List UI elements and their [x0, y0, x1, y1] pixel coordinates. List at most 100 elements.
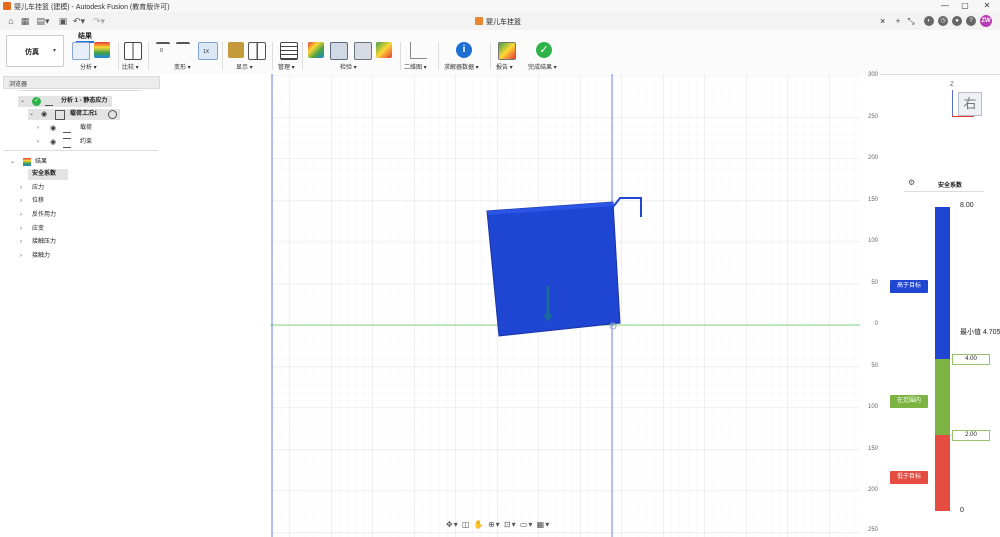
z-axis-label: Z [950, 82, 954, 88]
tree-item-stress[interactable]: › 应力 [20, 183, 70, 194]
result-label: 安全系数 [32, 171, 57, 177]
redo-icon[interactable]: ↷▾ [92, 15, 106, 27]
manage-label: 管理 ▾ [278, 65, 295, 71]
tree-item-contact-pressure[interactable]: › 接触压力 [20, 237, 70, 248]
view-cube[interactable]: Z 右 [950, 82, 986, 124]
ruler-tick: 150 [867, 197, 878, 203]
finish-results-group[interactable]: ✓ 完成结果 ▾ [526, 40, 566, 72]
loads-icon [63, 124, 71, 133]
chevron-right-icon: › [37, 125, 39, 131]
ribbon-toolbar: 仿真 ▾ 结果 分析 ▾ 比较 ▾ 0 1X 变形 ▾ 显示 ▾ 管理 ▾ 检验… [0, 30, 1000, 75]
analysis-group[interactable]: 分析 ▾ [70, 40, 116, 72]
tree-item-loads[interactable]: › ◉ 载荷 [36, 123, 106, 134]
compare-label: 比较 ▾ [122, 65, 139, 71]
solver-data-group[interactable]: i 求解器数据 ▾ [442, 40, 486, 72]
minimize-button[interactable]: — [936, 1, 954, 11]
notifications-icon[interactable]: ● [952, 16, 962, 26]
display-group[interactable]: 显示 ▾ [226, 40, 268, 72]
load-case-icon [55, 110, 65, 120]
eye-icon[interactable]: ◉ [50, 123, 56, 134]
fit-icon[interactable]: ⊡▾ [504, 520, 517, 529]
workspace-switcher[interactable]: 仿真 ▾ [6, 35, 64, 67]
part-body[interactable] [486, 201, 621, 337]
browser-panel: 浏览器 ⌄ ✓ 分析 1 - 静态应力 ⌄ ◉ 载荷工况1 › ◉ 载荷 › ◉… [0, 74, 270, 537]
ruler-tick: 0 [874, 321, 878, 327]
threshold-high-input[interactable]: 4.00 [952, 354, 990, 365]
report-label: 报告 ▾ [496, 65, 513, 71]
undo-icon[interactable]: ↶▾ [72, 15, 86, 27]
probe-icon [308, 42, 324, 58]
2d-plot-group[interactable]: 二维图 ▾ [404, 40, 434, 72]
tree-item-study[interactable]: ⌄ ✓ 分析 1 - 静态应力 [18, 96, 112, 107]
separator [222, 42, 223, 70]
maximize-button[interactable]: ▢ [956, 1, 974, 11]
tree-item-load-case[interactable]: ⌄ ◉ 载荷工况1 [28, 109, 120, 120]
legend-max: 8.00 [960, 202, 974, 209]
save-icon[interactable]: ▣ [58, 15, 68, 27]
load-case-label: 载荷工况1 [70, 111, 98, 117]
canvas[interactable] [270, 74, 860, 537]
user-avatar[interactable]: ZW [980, 15, 992, 27]
result-label: 接触力 [32, 253, 51, 259]
gear-icon[interactable]: ⚙ [908, 178, 915, 187]
ruler-tick: 250 [867, 527, 878, 533]
tree-item-safety-factor[interactable]: 安全系数 [28, 169, 68, 180]
chevron-down-icon: ⌄ [10, 159, 16, 165]
extensions-icon[interactable]: ⤡ [906, 15, 916, 27]
2d-plot-label: 二维图 ▾ [404, 65, 427, 71]
file-menu-icon[interactable]: ▤▾ [36, 15, 50, 27]
close-window-button[interactable]: ✕ [978, 1, 996, 11]
tree-item-results[interactable]: ⌄ 结果 [8, 157, 68, 168]
threshold-low-input[interactable]: 2.00 [952, 430, 990, 441]
window-title: 婴儿车挂篮 (建模) - Autodesk Fusion (教育版许可) [14, 4, 170, 11]
orbit-icon[interactable]: ✥▾ [446, 520, 459, 529]
data-panel-icon[interactable]: ◐ [924, 16, 934, 26]
ruler-tick: 50 [871, 363, 878, 369]
legend-above-segment [935, 207, 950, 359]
home-icon[interactable]: ⌂ [6, 15, 16, 27]
tree-item-reaction-force[interactable]: › 反作用力 [20, 210, 70, 221]
eye-icon[interactable]: ◉ [50, 137, 56, 148]
finish-results-label: 完成结果 ▾ [528, 65, 557, 71]
close-tab-button[interactable]: × [880, 16, 885, 26]
manage-group[interactable]: 管理 ▾ [276, 40, 300, 72]
result-label: 位移 [32, 198, 45, 204]
adjusted-deform-icon [176, 42, 190, 56]
compare-icon [124, 42, 142, 60]
pan-icon[interactable]: ✋ [474, 520, 485, 529]
tree-item-strain[interactable]: › 应变 [20, 224, 70, 235]
separator [148, 42, 149, 70]
solver-data-label: 求解器数据 ▾ [444, 65, 479, 71]
ruler-tick: 50 [871, 280, 878, 286]
grid-icon[interactable]: ▦ [20, 15, 30, 27]
display-settings-icon[interactable]: ▭▾ [520, 520, 534, 529]
solver-data-icon: i [456, 42, 472, 58]
report-group[interactable]: 报告 ▾ [494, 40, 518, 72]
deform-group[interactable]: 0 1X 变形 ▾ [154, 40, 220, 72]
divider [904, 191, 984, 192]
eye-icon[interactable]: ◉ [41, 109, 47, 120]
chevron-right-icon: › [20, 253, 22, 259]
document-tab[interactable]: 婴儿车挂篮 × [470, 14, 900, 30]
zoom-icon[interactable]: ⊕▾ [488, 520, 501, 529]
tree-item-displacement[interactable]: › 位移 [20, 196, 70, 207]
graphics-viewport[interactable]: ✥▾ ◫ ✋ ⊕▾ ⊡▾ ▭▾ ▦▾ [270, 74, 860, 537]
look-at-icon[interactable]: ◫ [462, 520, 471, 529]
fusion-logo-icon [3, 2, 11, 10]
new-tab-button[interactable]: + [893, 15, 903, 27]
separator [490, 42, 491, 70]
tree-item-constraints[interactable]: › ◉ 约束 [36, 137, 106, 148]
help-icon[interactable]: ? [966, 16, 976, 26]
chevron-right-icon: › [37, 139, 39, 145]
tree-item-contact-force[interactable]: › 接触力 [20, 251, 70, 262]
browser-header[interactable]: 浏览器 [3, 76, 160, 89]
compare-group[interactable]: 比较 ▾ [122, 40, 144, 72]
viewcube-face-right[interactable]: 右 [958, 92, 982, 116]
grid-settings-icon[interactable]: ▦▾ [537, 520, 551, 529]
display-icon [228, 42, 244, 58]
active-radio-icon[interactable] [108, 110, 117, 119]
section-icon [248, 42, 266, 60]
online-status-icon[interactable]: ◷ [938, 16, 948, 26]
inspect-group[interactable]: 检验 ▾ [306, 40, 398, 72]
animate-icon [376, 42, 392, 58]
